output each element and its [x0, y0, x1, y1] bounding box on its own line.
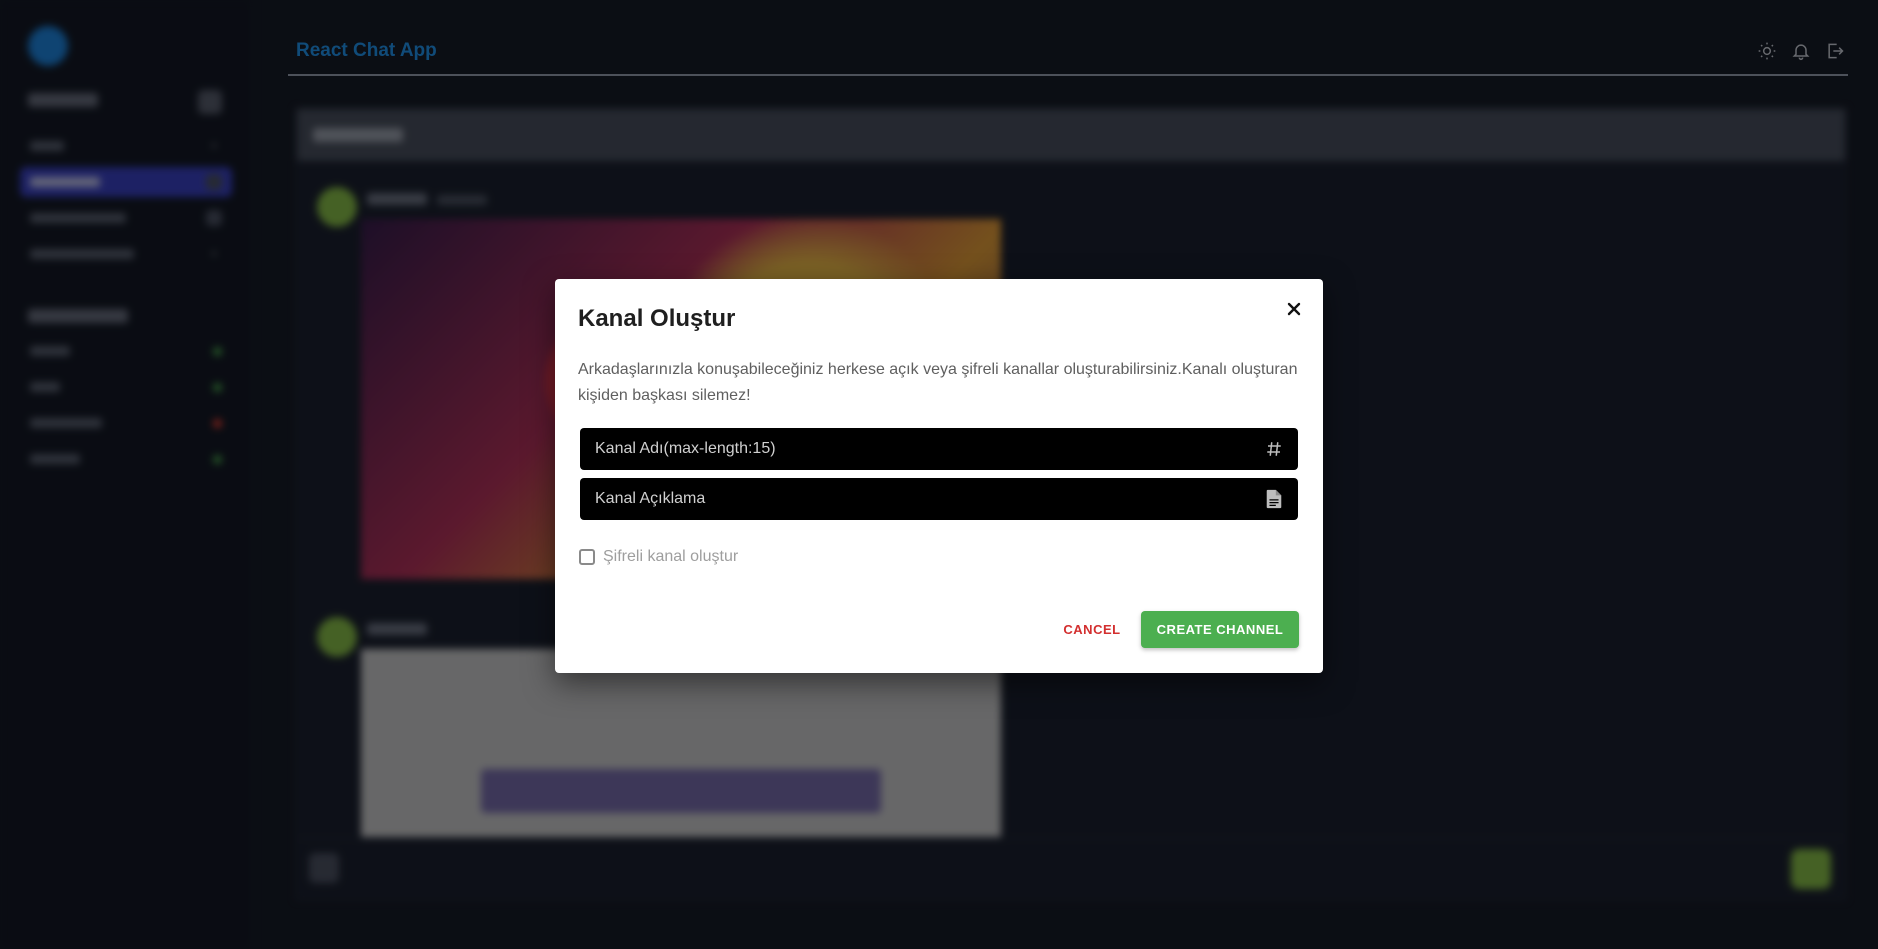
dialog-description: Arkadaşlarınızla konuşabileceğiniz herke… [578, 361, 1298, 404]
channel-name-input[interactable] [593, 439, 1237, 459]
close-icon[interactable] [1282, 297, 1306, 321]
channel-description-input[interactable] [593, 489, 1237, 509]
cancel-button[interactable]: CANCEL [1039, 611, 1145, 647]
create-channel-button[interactable]: CREATE CHANNEL [1141, 611, 1299, 648]
channel-name-field[interactable] [580, 428, 1298, 470]
create-channel-dialog: Kanal Oluştur Arkadaşlarınızla konuşabil… [555, 279, 1323, 673]
document-icon [1262, 487, 1286, 511]
dialog-title: Kanal Oluştur [578, 305, 736, 332]
hashtag-icon [1262, 437, 1286, 461]
encrypted-channel-option[interactable]: Şifreli kanal oluştur [579, 548, 738, 566]
encrypted-checkbox-label[interactable]: Şifreli kanal oluştur [603, 548, 738, 566]
encrypted-checkbox[interactable] [579, 549, 595, 565]
channel-description-field[interactable] [580, 478, 1298, 520]
